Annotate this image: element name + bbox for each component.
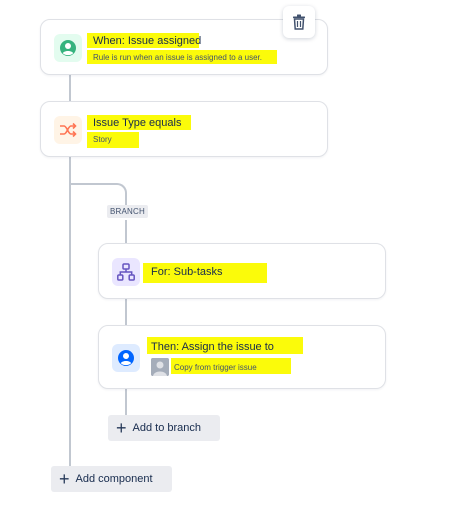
- branch-label: BRANCH: [107, 205, 148, 218]
- branch-action-card[interactable]: Then: Assign the issue to Copy from trig…: [98, 325, 386, 389]
- branch-for-card[interactable]: For: Sub-tasks: [98, 243, 386, 299]
- trigger-title: When: Issue assigned: [93, 35, 202, 47]
- connector-branch-elbow: [69, 183, 127, 205]
- add-to-branch-label: Add to branch: [132, 422, 202, 434]
- add-component-label: Add component: [75, 473, 153, 485]
- hierarchy-icon: [117, 263, 135, 281]
- trigger-subtitle: Rule is run when an issue is assigned to…: [93, 53, 262, 62]
- delete-button[interactable]: [283, 6, 315, 38]
- branch-for-title: For: Sub-tasks: [151, 266, 223, 278]
- avatar: [151, 358, 169, 376]
- user-circle-icon: [60, 40, 76, 56]
- condition-icon-tile: [54, 116, 82, 144]
- branch-icon-tile: [112, 258, 140, 286]
- action-title: Then: Assign the issue to: [151, 341, 274, 353]
- add-component-button[interactable]: + Add component: [51, 466, 172, 492]
- action-icon-tile: [112, 344, 140, 372]
- add-to-branch-button[interactable]: + Add to branch: [108, 415, 220, 441]
- trigger-icon-tile: [54, 34, 82, 62]
- user-circle-icon: [118, 350, 134, 366]
- action-subtitle: Copy from trigger issue: [174, 363, 257, 372]
- plus-icon: +: [59, 469, 70, 489]
- condition-subtitle: Story: [93, 135, 112, 144]
- trash-icon: [293, 14, 305, 30]
- connector-trigger-condition: [69, 75, 71, 102]
- user-silhouette-icon: [151, 358, 169, 376]
- shuffle-icon: [60, 122, 77, 138]
- condition-title: Issue Type equals: [93, 117, 182, 129]
- plus-icon: +: [116, 418, 127, 438]
- condition-card[interactable]: Issue Type equals Story: [40, 101, 328, 157]
